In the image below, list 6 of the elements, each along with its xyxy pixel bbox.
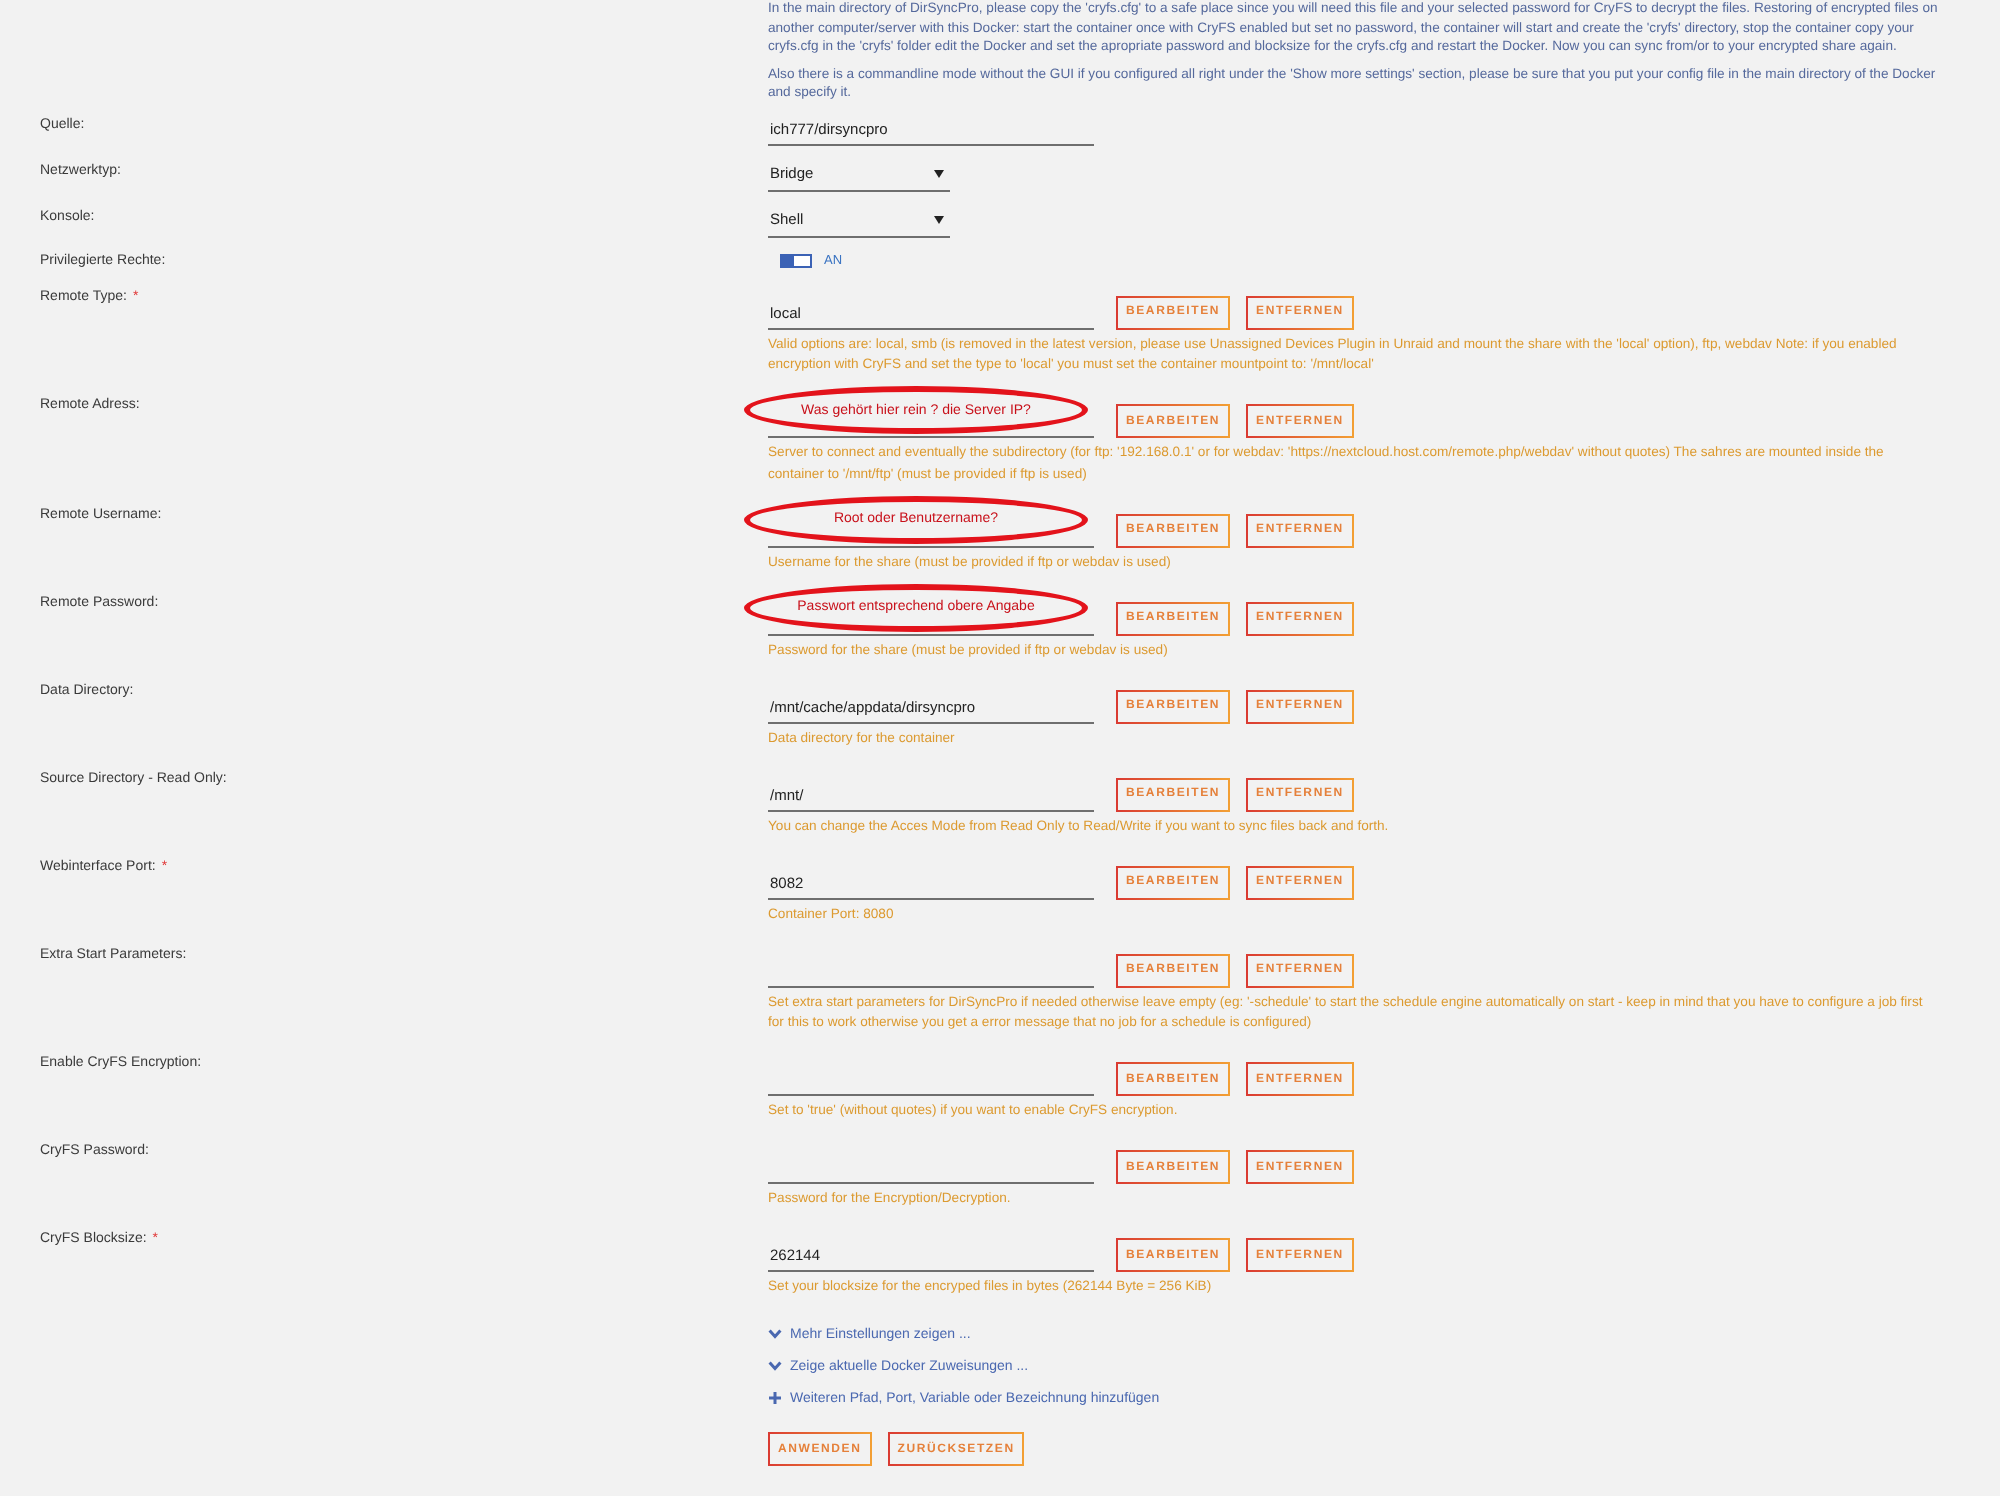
chevron-down-icon [768,1328,782,1340]
plus-icon [768,1392,782,1404]
toggle-switch[interactable] [780,254,812,268]
caret-icon [934,215,944,223]
caret-icon [934,169,944,177]
chevron-down-icon [768,1360,782,1372]
